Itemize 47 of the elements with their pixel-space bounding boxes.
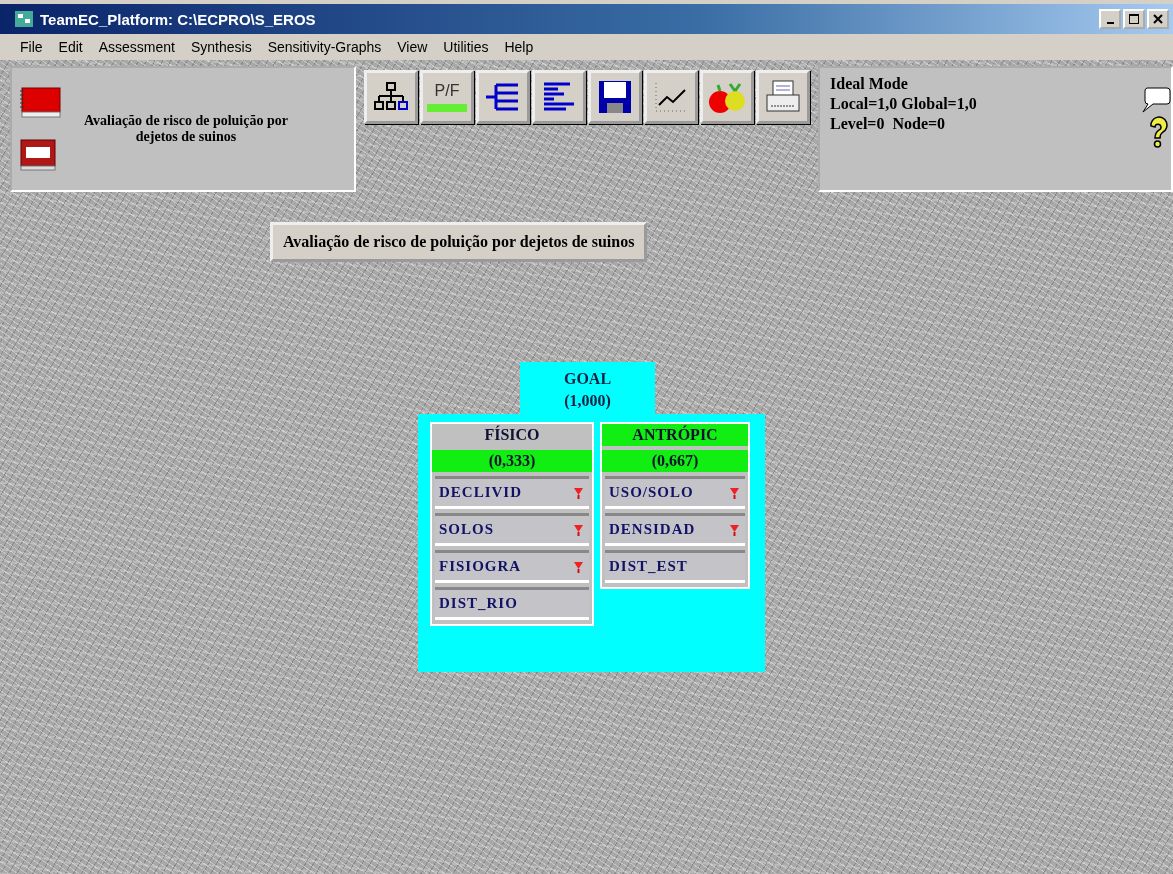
goal-name: GOAL [563, 369, 612, 389]
subcriterion[interactable]: USO/SOLO [605, 476, 745, 509]
subcriterion[interactable]: DIST_EST [605, 550, 745, 583]
app-icon [14, 10, 34, 28]
window-title: TeamEC_Platform: C:\ECPRO\S_EROS [40, 10, 317, 28]
abc-book-icon [18, 138, 58, 172]
toolbar-button[interactable] [476, 70, 530, 124]
subcriterion[interactable]: FISIOGRA [435, 550, 589, 583]
subcriterion[interactable]: DECLIVID [435, 476, 589, 509]
maximize-button[interactable] [1123, 9, 1145, 29]
goal-node[interactable]: GOAL (1,000) [520, 362, 655, 414]
menu-item[interactable]: Assessment [90, 39, 183, 55]
close-button[interactable] [1147, 9, 1169, 29]
maximize-icon [1129, 14, 1139, 24]
toolbar-button[interactable] [532, 70, 586, 124]
menu-item[interactable]: Sensitivity-Graphs [259, 39, 390, 55]
position-label: Level=0 Node=0 [830, 114, 947, 134]
criterion-name[interactable]: FÍSICO [432, 424, 592, 446]
model-banner: Avaliação de risco de poluição por dejetos de suinos [270, 222, 648, 262]
weights-label: Local=1,0 Global=1,0 [830, 94, 977, 114]
criterion-value: (0,333) [432, 450, 592, 472]
criterion-value: (0,667) [602, 450, 748, 472]
subcriterion[interactable]: DIST_RIO [435, 587, 589, 620]
close-icon [1153, 14, 1163, 24]
menu-item[interactable]: Synthesis [182, 39, 260, 55]
criterion-name[interactable]: ANTRÓPIC [602, 424, 748, 446]
speech-bubble-icon[interactable] [1141, 86, 1171, 114]
subcriterion[interactable]: SOLOS [435, 513, 589, 546]
toolbar-button[interactable]: P/F [420, 70, 474, 124]
help-icon[interactable] [1147, 116, 1171, 148]
save-icon [597, 79, 633, 115]
minimize-button[interactable] [1099, 9, 1121, 29]
menu-item[interactable]: View [389, 39, 436, 55]
toolbar-button[interactable] [588, 70, 642, 124]
mode-label: Ideal Mode [830, 74, 909, 94]
printer-icon [764, 79, 802, 115]
model-title: Avaliação de risco de poluição por dejetos de suinos [83, 113, 289, 145]
subcriterion[interactable]: DENSIDAD [605, 513, 745, 546]
menu-item[interactable]: Utilities [435, 39, 497, 55]
book-icon [18, 86, 62, 120]
toolbar-button[interactable] [644, 70, 698, 124]
toolbar-button[interactable] [364, 70, 418, 124]
minimize-icon [1106, 22, 1114, 24]
goal-value: (1,000) [564, 391, 611, 412]
menu-item[interactable]: Help [496, 39, 542, 55]
menu-item[interactable]: Edit [50, 39, 91, 55]
menu-item[interactable]: File [12, 39, 51, 55]
